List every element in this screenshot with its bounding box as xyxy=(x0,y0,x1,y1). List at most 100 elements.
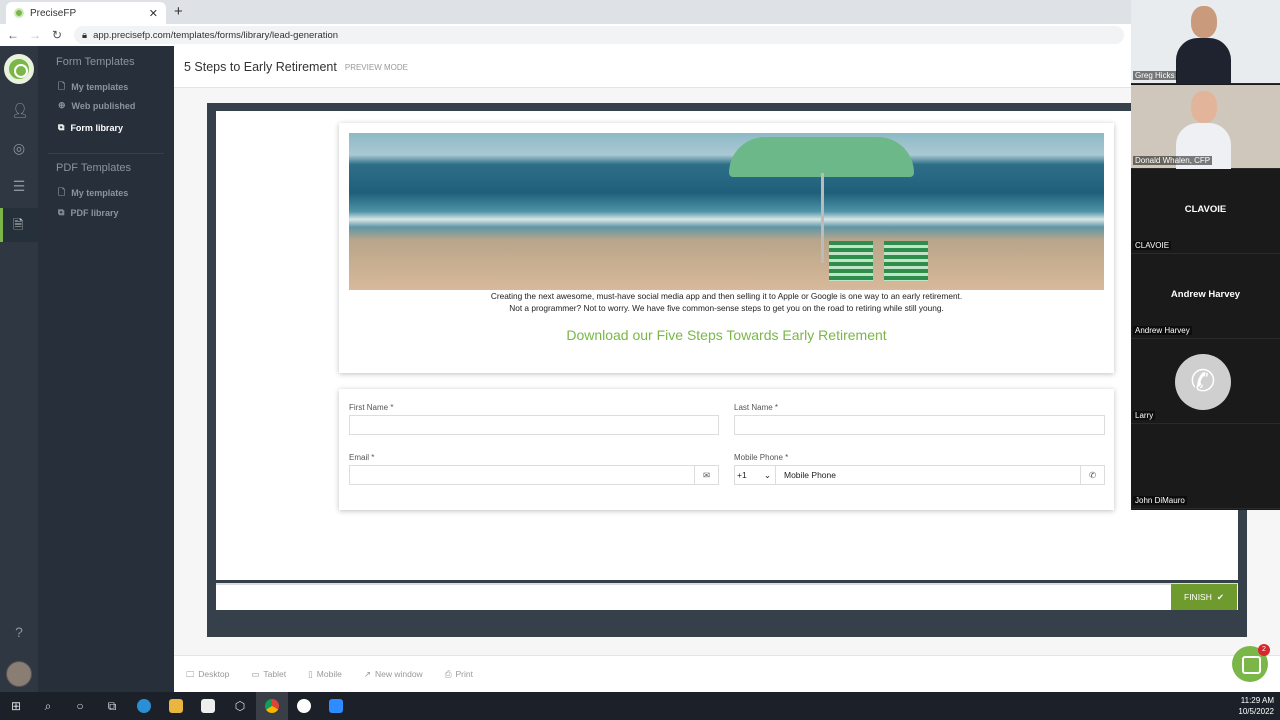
templates-rail-item[interactable]: 🗎 xyxy=(0,208,38,242)
check-icon: ✔ xyxy=(1216,591,1224,602)
back-icon[interactable]: ← xyxy=(4,28,22,42)
library-icon: ⧉ xyxy=(58,207,65,217)
zoom-icon[interactable] xyxy=(320,692,352,720)
avatar[interactable] xyxy=(6,661,32,687)
mobile-phone-input[interactable]: Mobile Phone ✆ xyxy=(775,465,1105,485)
pdf-file-icon: 🗋 xyxy=(58,187,66,197)
windows-start-icon[interactable]: ⊞ xyxy=(0,692,32,720)
email-label: Email * xyxy=(349,453,375,462)
form-templates-heading: Form Templates xyxy=(56,56,135,68)
desktop-button[interactable]: 🖵 Desktop xyxy=(186,669,229,680)
monitor-icon: 🖵 xyxy=(186,668,195,679)
page-header: 5 Steps to Early Retirement PREVIEW MODE xyxy=(174,46,1131,88)
globe-icon: ⊕ xyxy=(58,100,66,110)
last-name-input[interactable] xyxy=(734,415,1105,435)
form-bottom-bar xyxy=(216,583,1238,610)
help-icon[interactable]: ? xyxy=(11,624,27,640)
mobile-button[interactable]: ▯ Mobile xyxy=(308,669,342,680)
phone-icon: ✆ xyxy=(1080,466,1104,484)
country-code: +1 xyxy=(737,470,747,480)
library-icon: ⧉ xyxy=(58,122,65,132)
sidebar-item-web-published[interactable]: ⊕ Web published xyxy=(58,100,135,111)
beach-chair xyxy=(829,241,873,281)
email-input[interactable]: ✉ xyxy=(349,465,719,485)
first-name-input[interactable] xyxy=(349,415,719,435)
new-tab-button[interactable]: + xyxy=(174,3,183,20)
search-icon[interactable]: ⌕ xyxy=(32,692,64,720)
download-heading: Download our Five Steps Towards Early Re… xyxy=(566,327,887,343)
sidebar: Form Templates 🗋 My templates ⊕ Web publis… xyxy=(38,46,174,692)
finish-label: FINISH xyxy=(1184,592,1212,602)
label: New window xyxy=(374,669,423,679)
participant-tile[interactable]: Donald Whalen, CFP xyxy=(1131,85,1280,169)
clock-date: 10/5/2022 xyxy=(1238,707,1274,716)
browser-tab-bar: PreciseFP ✕ + xyxy=(0,0,1280,24)
participant-tile[interactable]: ✆ Larry xyxy=(1131,340,1280,424)
lock-icon: 🔒︎ xyxy=(82,29,88,41)
label: My templates xyxy=(71,82,129,92)
print-button[interactable]: ⎙ Print xyxy=(445,669,473,680)
printer-icon: ⎙ xyxy=(444,668,452,679)
reload-icon[interactable]: ↻ xyxy=(48,28,66,42)
beach-chair xyxy=(884,241,928,281)
user-icon[interactable]: 👤︎ xyxy=(11,102,29,118)
label: My templates xyxy=(71,188,129,198)
participant-tile[interactable]: John DiMauro xyxy=(1131,425,1280,509)
participant-tile[interactable]: CLAVOIE CLAVOIE xyxy=(1131,170,1280,254)
url-input[interactable]: 🔒︎ app.precisefp.com/templates/forms/libr… xyxy=(74,26,1124,44)
tablet-icon: ▭ xyxy=(251,668,260,679)
form-description: Creating the next awesome, must-have soc… xyxy=(339,290,1114,314)
forward-icon[interactable]: → xyxy=(26,28,44,42)
target-icon[interactable]: ◎ xyxy=(11,140,27,156)
envelope-icon: ✉ xyxy=(694,466,718,484)
phone-label: Mobile Phone * xyxy=(734,453,789,462)
sidebar-item-my-templates[interactable]: 🗋 My templates xyxy=(58,79,128,95)
chevron-down-icon: ⌄ xyxy=(763,469,771,480)
label: Desktop xyxy=(198,669,230,679)
app-cube-icon[interactable]: ⬡ xyxy=(224,692,256,720)
external-link-icon: ↗ xyxy=(363,668,371,679)
participant-name: Larry xyxy=(1133,411,1156,420)
finish-button[interactable]: FINISH ✔ xyxy=(1171,584,1237,610)
edge-icon[interactable] xyxy=(128,692,160,720)
tablet-button[interactable]: ▭ Tablet xyxy=(251,669,286,680)
file-explorer-icon[interactable] xyxy=(160,692,192,720)
label: Form library xyxy=(70,122,123,133)
store-icon[interactable] xyxy=(192,692,224,720)
list-icon[interactable]: ☰ xyxy=(11,178,27,194)
close-tab-icon[interactable]: ✕ xyxy=(149,7,158,20)
browser-tab[interactable]: PreciseFP ✕ xyxy=(6,2,166,24)
label: PDF library xyxy=(70,207,119,218)
system-clock[interactable]: 11:29 AM 10/5/2022 xyxy=(1238,695,1274,717)
document-icon: 🗎 xyxy=(13,217,24,232)
pdf-templates-heading: PDF Templates xyxy=(56,162,131,174)
country-code-select[interactable]: +1 ⌄ xyxy=(734,465,776,485)
umbrella-pole xyxy=(821,173,824,263)
label: Web published xyxy=(71,100,136,111)
fields-card xyxy=(339,389,1114,510)
participant-video xyxy=(1176,6,1231,84)
first-name-label: First Name * xyxy=(349,403,394,412)
mobile-icon: ▯ xyxy=(308,668,313,679)
video-participants-panel: Greg Hicks Donald Whalen, CFP CLAVOIE CLA… xyxy=(1131,0,1280,510)
participant-tile[interactable]: Andrew Harvey Andrew Harvey xyxy=(1131,255,1280,339)
new-window-button[interactable]: ↗ New window xyxy=(364,669,423,680)
participant-name: Andrew Harvey xyxy=(1133,326,1192,335)
sidebar-item-form-library[interactable]: ⧉ Form library xyxy=(58,122,123,133)
participant-display-name: CLAVOIE xyxy=(1184,204,1227,215)
participant-tile[interactable]: Greg Hicks xyxy=(1131,0,1280,84)
chrome-icon[interactable] xyxy=(256,692,288,720)
label: Print xyxy=(455,669,473,679)
sidebar-item-pdf-library[interactable]: ⧉ PDF library xyxy=(58,207,118,218)
precisefp-logo[interactable] xyxy=(4,54,34,84)
last-name-label: Last Name * xyxy=(734,403,779,412)
taskbar: ⊞ ⌕ ○ ⧉ ⬡ 11:29 AM 10/5/2022 xyxy=(0,692,1280,720)
task-view-icon[interactable]: ⧉ xyxy=(96,692,128,720)
phone-placeholder: Mobile Phone xyxy=(784,470,836,480)
preview-mode-label: PREVIEW MODE xyxy=(344,63,408,72)
cortana-icon[interactable]: ○ xyxy=(64,692,96,720)
slack-icon[interactable] xyxy=(288,692,320,720)
url-text: app.precisefp.com/templates/forms/librar… xyxy=(93,29,339,41)
favicon-icon xyxy=(14,8,24,18)
sidebar-item-pdf-my-templates[interactable]: 🗋 My templates xyxy=(58,185,128,201)
